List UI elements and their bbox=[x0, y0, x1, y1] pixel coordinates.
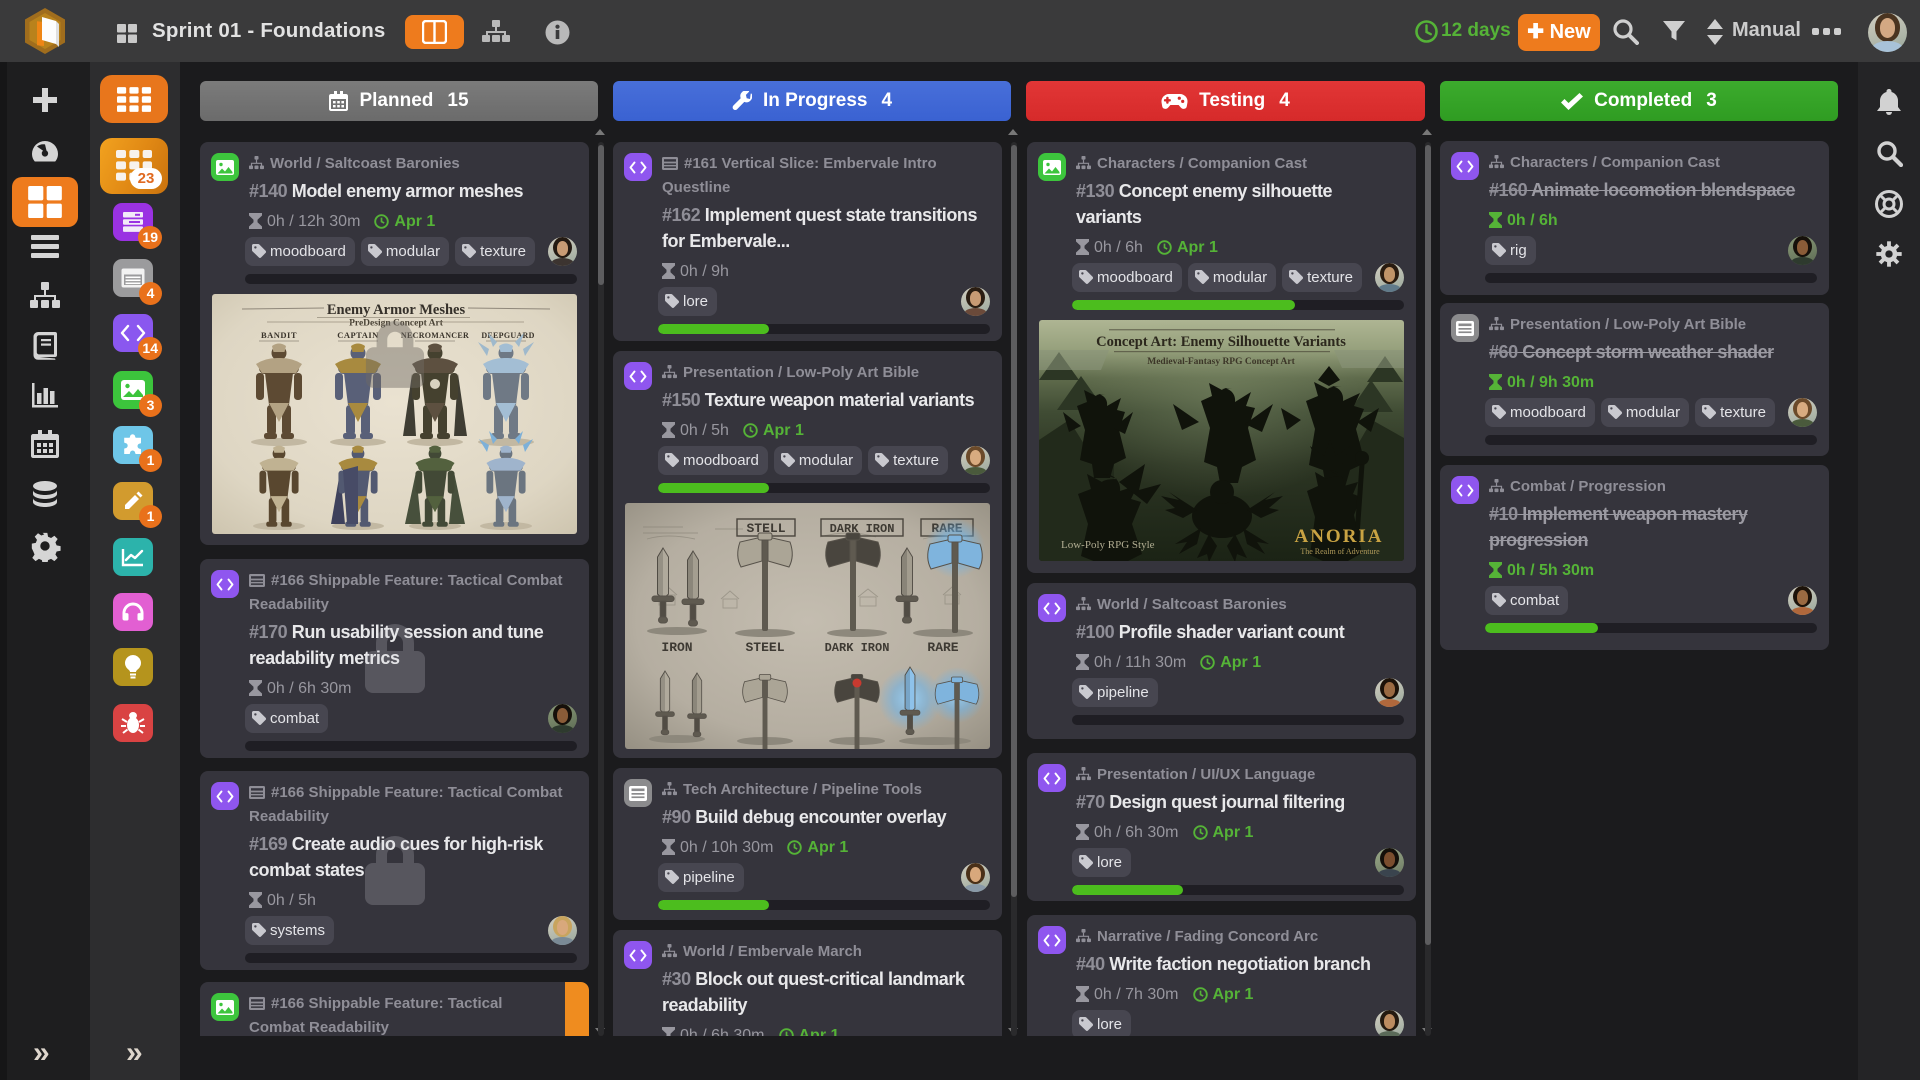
svg-text:IRON: IRON bbox=[661, 640, 692, 655]
svg-text:Medieval-Fantasy RPG Concept A: Medieval-Fantasy RPG Concept Art bbox=[1147, 357, 1295, 367]
svg-text:ANORIA: ANORIA bbox=[1294, 526, 1383, 547]
svg-text:BANDIT: BANDIT bbox=[261, 330, 297, 340]
svg-text:The Realm of Adventure: The Realm of Adventure bbox=[1300, 547, 1380, 556]
svg-text:DARK IRON: DARK IRON bbox=[825, 641, 890, 655]
svg-text:STEEL: STEEL bbox=[745, 640, 784, 655]
svg-text:DARK IRON: DARK IRON bbox=[830, 522, 895, 536]
svg-text:RARE: RARE bbox=[927, 640, 958, 655]
svg-text:Low-Poly RPG Style: Low-Poly RPG Style bbox=[1061, 539, 1155, 551]
svg-text:Concept Art: Enemy Silhouette: Concept Art: Enemy Silhouette Variants bbox=[1096, 334, 1346, 350]
